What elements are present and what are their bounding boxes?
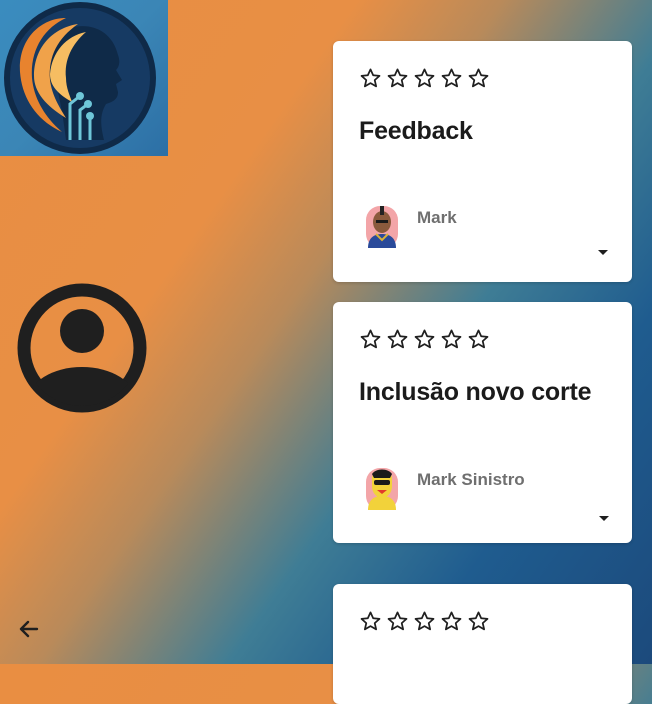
author-avatar	[362, 202, 402, 250]
expand-button[interactable]	[595, 244, 611, 260]
star-outline-icon[interactable]	[359, 67, 382, 90]
star-outline-icon[interactable]	[386, 328, 409, 351]
author-avatar	[362, 464, 402, 512]
card-title: Inclusão novo corte	[359, 378, 592, 406]
comic-hero-avatar-icon	[366, 206, 398, 248]
star-outline-icon[interactable]	[386, 610, 409, 633]
star-outline-icon[interactable]	[386, 67, 409, 90]
caret-down-icon	[598, 250, 608, 255]
author-name: Mark Sinistro	[417, 470, 525, 489]
author-name: Mark	[417, 208, 457, 227]
star-outline-icon[interactable]	[413, 328, 436, 351]
arrow-left-icon	[19, 620, 39, 638]
star-outline-icon[interactable]	[467, 610, 490, 633]
star-outline-icon[interactable]	[440, 328, 463, 351]
ai-head-logo-icon	[4, 2, 156, 154]
feedback-card[interactable]: Inclusão novo corte Mark Sinistro	[333, 302, 632, 543]
back-button[interactable]	[14, 614, 44, 644]
star-outline-icon[interactable]	[413, 67, 436, 90]
app-logo	[0, 0, 168, 156]
feedback-card[interactable]: Feedback Mark	[333, 41, 632, 282]
star-rating	[359, 328, 490, 351]
star-outline-icon[interactable]	[440, 67, 463, 90]
star-outline-icon[interactable]	[440, 610, 463, 633]
star-outline-icon[interactable]	[467, 67, 490, 90]
star-outline-icon[interactable]	[467, 328, 490, 351]
star-outline-icon[interactable]	[413, 610, 436, 633]
feedback-card[interactable]	[333, 584, 632, 704]
star-rating	[359, 67, 490, 90]
caret-down-icon	[599, 516, 609, 521]
profile-avatar[interactable]	[17, 283, 147, 413]
comic-hero-avatar-icon	[366, 468, 398, 510]
user-avatar-icon	[17, 283, 147, 413]
star-outline-icon[interactable]	[359, 328, 382, 351]
expand-button[interactable]	[596, 510, 612, 526]
card-title: Feedback	[359, 117, 473, 145]
star-rating	[359, 610, 490, 633]
star-outline-icon[interactable]	[359, 610, 382, 633]
